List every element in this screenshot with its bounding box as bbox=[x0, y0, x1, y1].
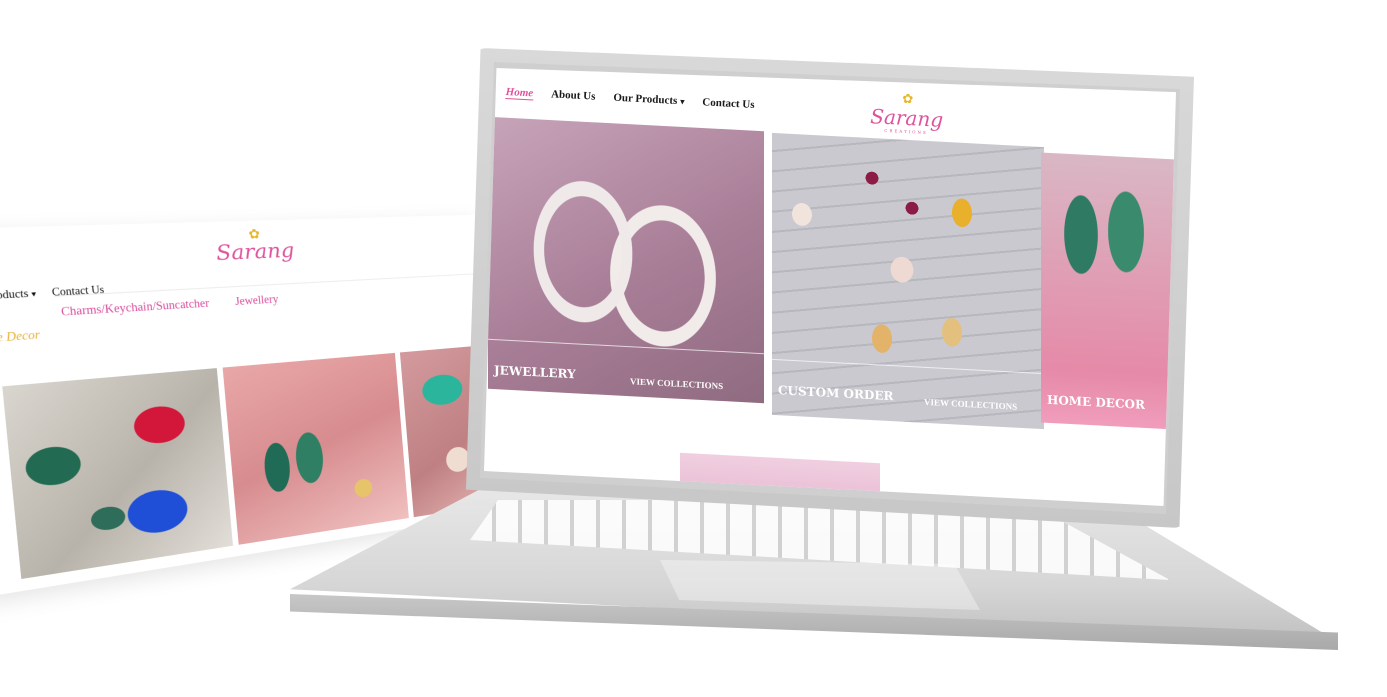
nav-home[interactable]: Home bbox=[505, 86, 534, 101]
category-card-home-decor[interactable]: HOME DECOR bbox=[1041, 152, 1176, 430]
products-dropdown: Charms/Keychain/Suncatcher Jewellery bbox=[54, 273, 480, 345]
category-card-custom-order[interactable]: CUSTOM ORDER VIEW COLLECTIONS bbox=[772, 132, 1044, 430]
nav-products-label: Our Products bbox=[613, 91, 678, 107]
product-image-arches[interactable] bbox=[222, 352, 409, 545]
card-title: JEWELLERY bbox=[494, 363, 576, 382]
nav-products[interactable]: Our Products ▾ bbox=[613, 92, 685, 109]
laptop-screen: Home About Us Our Products ▾ Contact Us ✿… bbox=[484, 68, 1176, 506]
category-card-jewellery[interactable]: JEWELLERY VIEW COLLECTIONS bbox=[488, 116, 764, 404]
view-collections-link[interactable]: VIEW COLLECTIONS bbox=[630, 376, 723, 391]
brand-name: Sarang bbox=[869, 104, 944, 132]
site-logo[interactable]: ✿ Sarang CREATIONS bbox=[866, 91, 948, 136]
card-title: CUSTOM ORDER bbox=[778, 383, 894, 404]
nav-about[interactable]: About Us bbox=[551, 88, 596, 103]
side-brand-name: Sarang bbox=[215, 238, 296, 266]
card-divider bbox=[772, 358, 1044, 375]
submenu-home-decor[interactable]: Home Decor bbox=[0, 329, 41, 347]
caret-down-icon: ▾ bbox=[30, 289, 37, 300]
side-logo[interactable]: ✿ Sarang bbox=[213, 226, 296, 266]
product-image-flower-trays[interactable] bbox=[2, 368, 233, 580]
caret-down-icon: ▾ bbox=[680, 97, 685, 107]
card-divider bbox=[488, 338, 764, 355]
card-title: HOME DECOR bbox=[1047, 392, 1145, 412]
nav-contact[interactable]: Contact Us bbox=[702, 96, 755, 112]
view-collections-link[interactable]: VIEW COLLECTIONS bbox=[924, 397, 1017, 412]
submenu-jewellery[interactable]: Jewellery bbox=[235, 294, 279, 309]
main-nav: Home About Us Our Products ▾ Contact Us bbox=[505, 86, 755, 112]
side-nav-products[interactable]: Our Products ▾ bbox=[0, 287, 37, 303]
side-nav-products-label: Our Products bbox=[0, 287, 29, 303]
submenu-charms[interactable]: Charms/Keychain/Suncatcher bbox=[61, 298, 210, 320]
